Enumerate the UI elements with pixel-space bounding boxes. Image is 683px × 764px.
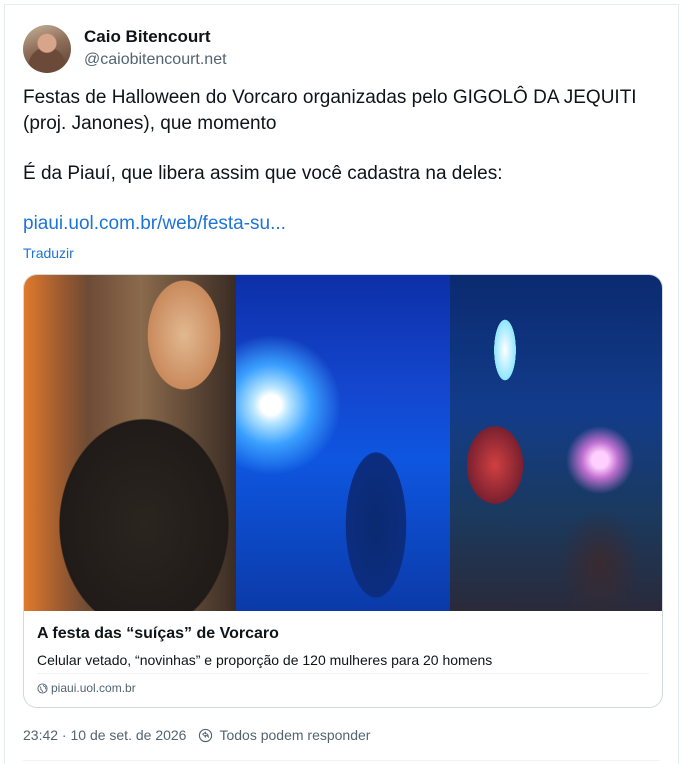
reply-settings-icon (199, 728, 213, 742)
reply-setting-text: Todos podem responder (219, 727, 371, 743)
card-domain[interactable]: piaui.uol.com.br (37, 681, 136, 695)
post-text-line1: Festas de Halloween do Vorcaro organizad… (23, 87, 637, 134)
card-domain-text: piaui.uol.com.br (51, 681, 136, 695)
card-divider (37, 673, 649, 674)
bottom-divider (23, 760, 660, 761)
card-title[interactable]: A festa das “suíças” de Vorcaro (37, 625, 279, 643)
post-link[interactable]: piaui.uol.com.br/web/festa-su... (23, 213, 286, 234)
post-meta: 23:42 · 10 de set. de 2026 Todos podem r… (23, 727, 370, 743)
author-handle[interactable]: @caiobitencourt.net (84, 51, 227, 69)
reply-setting: Todos podem responder (198, 727, 370, 743)
translate-button[interactable]: Traduzir (23, 245, 74, 261)
card-image-panel-3 (450, 275, 662, 611)
card-image-panel-1 (24, 275, 236, 611)
post-container: Caio Bitencourt @caiobitencourt.net Fest… (4, 4, 679, 764)
card-image-panel-2 (236, 275, 450, 611)
post-text-line2: É da Piauí, que libera assim que você ca… (23, 163, 503, 184)
avatar[interactable] (23, 25, 71, 73)
post-text: Festas de Halloween do Vorcaro organizad… (23, 85, 663, 237)
card-image[interactable] (24, 275, 662, 611)
link-preview-card[interactable]: A festa das “suíças” de Vorcaro Celular … (23, 274, 663, 708)
timestamp[interactable]: 23:42 · 10 de set. de 2026 (23, 727, 186, 743)
author-name[interactable]: Caio Bitencourt (84, 27, 211, 47)
card-description: Celular vetado, “novinhas” e proporção d… (37, 652, 493, 668)
globe-icon (37, 682, 48, 694)
